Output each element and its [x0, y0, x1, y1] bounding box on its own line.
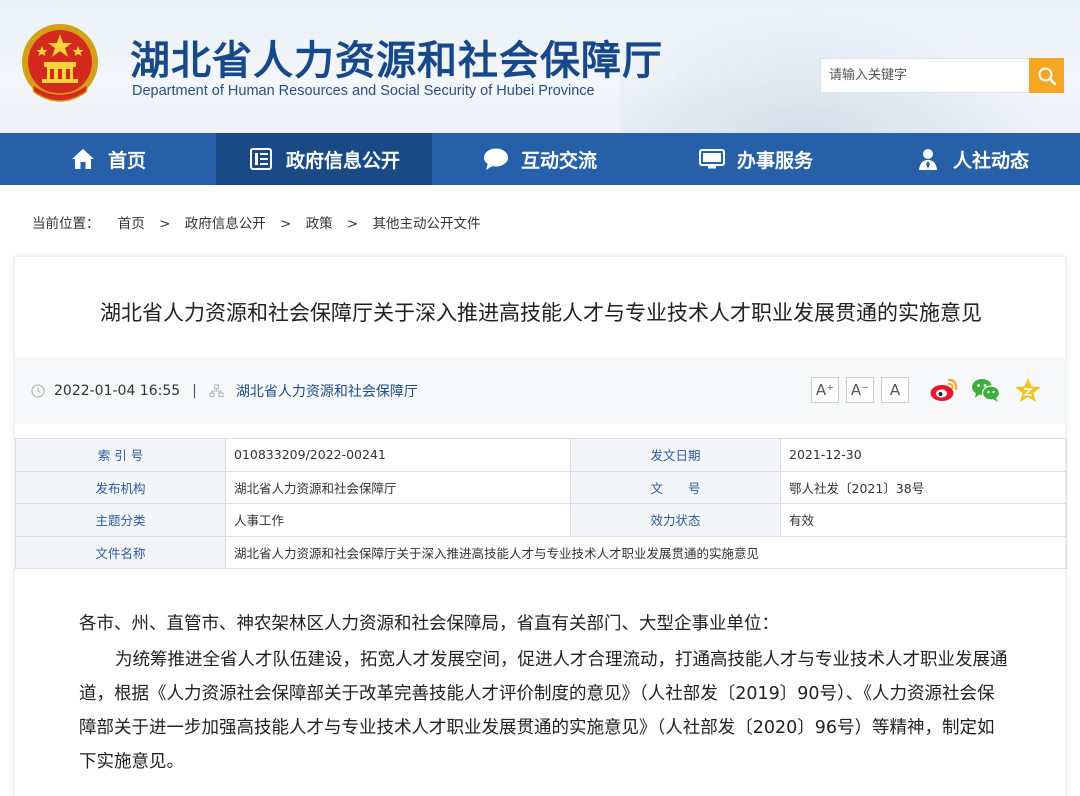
breadcrumb-home[interactable]: 首页	[118, 212, 145, 232]
date-value: 2021-12-30	[780, 438, 1067, 472]
nav-item-news[interactable]: 人社动态	[864, 133, 1080, 185]
filename-label: 文件名称	[15, 535, 226, 569]
site-header: 湖北省人力资源和社会保障厅 Department of Human Resour…	[0, 0, 1080, 133]
breadcrumb-separator: >	[346, 216, 359, 232]
search-icon	[1038, 67, 1056, 85]
salutation: 各市、州、直管市、神农架林区人力资源和社会保障局，省直有关部门、大型企事业单位：	[79, 614, 779, 634]
paragraph: 为统筹推进全省人才队伍建设，拓宽人才发展空间，促进人才合理流动，打通高技能人才与…	[79, 650, 1008, 772]
topic-label: 主题分类	[15, 503, 226, 537]
document-info-table: 索 引 号 010833209/2022-00241 发文日期 2021-12-…	[15, 438, 1067, 569]
search-box	[820, 58, 1064, 93]
meta-info: 2022-01-04 16:55 | 湖北省人力资源和社会保障厅	[31, 381, 418, 401]
table-row: 索 引 号 010833209/2022-00241 发文日期 2021-12-…	[15, 438, 1067, 472]
breadcrumb-gov-info[interactable]: 政府信息公开	[185, 212, 266, 232]
nav-item-label: 政府信息公开	[285, 149, 400, 172]
font-reset-button[interactable]: A	[881, 377, 909, 403]
site-subtitle: Department of Human Resources and Social…	[132, 83, 595, 99]
nav-item-interaction[interactable]: 互动交流	[432, 133, 648, 185]
article-card: 湖北省人力资源和社会保障厅关于深入推进高技能人才与专业技术人才职业发展贯通的实施…	[14, 256, 1067, 796]
breadcrumb-separator: >	[159, 216, 171, 232]
weibo-icon[interactable]	[929, 375, 959, 405]
font-increase-button[interactable]: A⁺	[811, 377, 839, 403]
meta-divider: |	[192, 383, 197, 399]
docno-label: 文 号	[570, 470, 781, 504]
font-decrease-button[interactable]: A⁻	[846, 377, 874, 403]
search-button[interactable]	[1029, 58, 1064, 93]
breadcrumb-policy[interactable]: 政策	[306, 212, 333, 232]
organization-icon	[209, 384, 224, 398]
org-label: 发布机构	[15, 470, 226, 504]
breadcrumb: 当前位置： 首页 > 政府信息公开 > 政策 > 其他主动公开文件	[32, 212, 481, 232]
home-icon	[70, 146, 96, 172]
main-nav: 首页 政府信息公开 互动交流 办事服务 人社动态	[0, 133, 1080, 185]
nav-item-services[interactable]: 办事服务	[648, 133, 864, 185]
favorite-star-icon[interactable]	[1013, 375, 1043, 405]
wechat-icon[interactable]	[971, 375, 1001, 405]
article-body: 各市、州、直管市、神农架林区人力资源和社会保障局，省直有关部门、大型企事业单位：…	[79, 607, 1009, 779]
article-source: 湖北省人力资源和社会保障厅	[235, 384, 418, 400]
document-list-icon	[248, 146, 274, 172]
filename-value: 湖北省人力资源和社会保障厅关于深入推进高技能人才与专业技术人才职业发展贯通的实施…	[225, 535, 1067, 569]
chat-bubble-icon	[483, 146, 509, 172]
nav-item-label: 首页	[107, 149, 146, 172]
nav-item-label: 办事服务	[736, 149, 813, 172]
nav-item-gov-info[interactable]: 政府信息公开	[216, 133, 432, 185]
search-input[interactable]	[821, 59, 1029, 92]
status-label: 效力状态	[570, 503, 781, 537]
index-label: 索 引 号	[15, 438, 226, 472]
breadcrumb-label: 当前位置：	[32, 216, 100, 232]
table-row: 文件名称 湖北省人力资源和社会保障厅关于深入推进高技能人才与专业技术人才职业发展…	[15, 535, 1067, 569]
article-meta: 2022-01-04 16:55 | 湖北省人力资源和社会保障厅 A⁺ A⁻ A	[15, 358, 1067, 424]
index-value: 010833209/2022-00241	[225, 438, 571, 472]
breadcrumb-other-docs[interactable]: 其他主动公开文件	[373, 212, 481, 232]
national-emblem-icon	[22, 24, 98, 102]
publish-datetime: 2022-01-04 16:55	[54, 383, 181, 399]
date-label: 发文日期	[570, 438, 781, 472]
table-row: 主题分类 人事工作 效力状态 有效	[15, 503, 1067, 537]
site-title: 湖北省人力资源和社会保障厅	[130, 38, 663, 84]
docno-value: 鄂人社发〔2021〕38号	[780, 470, 1067, 504]
article-title: 湖北省人力资源和社会保障厅关于深入推进高技能人才与专业技术人才职业发展贯通的实施…	[100, 301, 982, 325]
nav-item-label: 互动交流	[520, 149, 597, 172]
clock-icon	[31, 384, 45, 398]
table-row: 发布机构 湖北省人力资源和社会保障厅 文 号 鄂人社发〔2021〕38号	[15, 470, 1067, 504]
breadcrumb-separator: >	[280, 216, 292, 232]
topic-value: 人事工作	[225, 503, 571, 537]
monitor-icon	[698, 146, 725, 172]
org-value: 湖北省人力资源和社会保障厅	[225, 470, 571, 504]
nav-item-label: 人社动态	[952, 149, 1029, 172]
nav-item-home[interactable]: 首页	[0, 133, 216, 185]
person-icon	[915, 146, 941, 172]
status-value: 有效	[780, 503, 1067, 537]
